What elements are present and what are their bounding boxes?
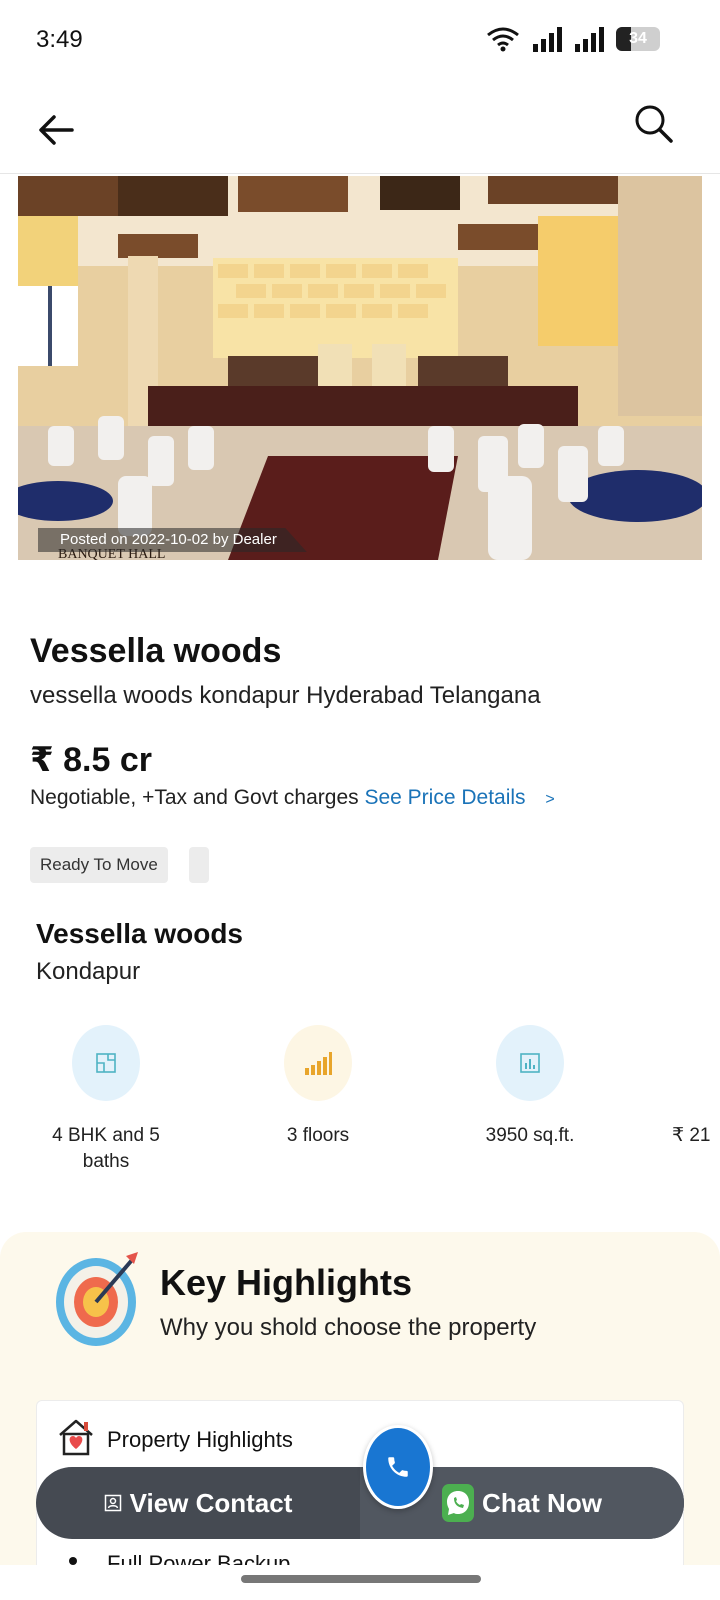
- arrow-left-icon: [39, 115, 74, 145]
- project-location: Kondapur: [36, 958, 141, 985]
- status-chip-empty: [189, 847, 209, 883]
- property-price: ₹ 8.5 cr: [30, 741, 152, 779]
- feature-bhk: 4 BHK and 5 baths: [0, 1025, 216, 1175]
- key-highlights-subtitle: Why you shold choose the property: [160, 1314, 537, 1341]
- floorplan-icon: [72, 1025, 140, 1101]
- property-address: vessella woods kondapur Hyderabad Telang…: [30, 682, 541, 709]
- signal-icon-2: [575, 27, 604, 52]
- price-icon: [640, 1025, 708, 1101]
- key-highlights-section: Key Highlights Why you shold choose the …: [0, 1232, 720, 1600]
- price-note: Negotiable, +Tax and Govt charges See Pr…: [30, 786, 555, 810]
- feature-floors-label: 3 floors: [286, 1125, 350, 1146]
- app-bar: [0, 92, 720, 174]
- phone-icon: [388, 1457, 408, 1477]
- status-time: 3:49: [36, 26, 83, 53]
- property-highlights-title: Property Highlights: [107, 1427, 293, 1452]
- feature-area-label: 3950 sq.ft.: [485, 1125, 575, 1146]
- property-image[interactable]: BANQUET HALL Posted on 2022-10-02 by Dea…: [18, 176, 702, 560]
- banquet-hall-illustration: BANQUET HALL: [18, 176, 702, 560]
- target-icon: [56, 1250, 140, 1346]
- feature-area: 3950 sq.ft.: [420, 1025, 640, 1149]
- key-highlights-title: Key Highlights: [160, 1262, 413, 1303]
- battery-icon: 34: [616, 27, 660, 51]
- chevron-right-icon[interactable]: >: [545, 791, 554, 808]
- search-icon: [635, 105, 673, 143]
- feature-bhk-line1: 4 BHK and 5: [52, 1125, 160, 1146]
- list-bullet: [69, 1557, 77, 1565]
- battery-level: 34: [629, 30, 647, 47]
- back-button[interactable]: [34, 108, 78, 152]
- feature-price-label: ₹ 21: [672, 1125, 711, 1146]
- posted-tag: Posted on 2022-10-02 by Dealer: [38, 528, 307, 552]
- see-price-details-link[interactable]: See Price Details: [364, 786, 525, 809]
- contact-action-bar: View Contact Chat Now: [36, 1467, 684, 1539]
- chat-now-label: Chat Now: [482, 1487, 602, 1518]
- view-contact-button[interactable]: View Contact: [36, 1467, 360, 1539]
- feature-price-per-sqft: ₹ 21: [640, 1025, 720, 1149]
- signal-icon: [533, 27, 562, 52]
- area-chart-icon: [496, 1025, 564, 1101]
- status-bar: 3:49 34: [0, 0, 720, 80]
- feature-bhk-line2: baths: [82, 1151, 130, 1172]
- home-indicator[interactable]: [241, 1575, 481, 1583]
- price-note-text: Negotiable, +Tax and Govt charges: [30, 786, 359, 809]
- floors-bars-icon: [284, 1025, 352, 1101]
- project-name[interactable]: Vessella woods: [36, 918, 243, 950]
- status-chip: Ready To Move: [30, 847, 168, 883]
- whatsapp-icon: [442, 1484, 475, 1522]
- property-title: Vessella woods: [30, 632, 282, 670]
- contact-card-icon: [104, 1494, 122, 1512]
- wifi-icon: [487, 27, 519, 52]
- search-button[interactable]: [632, 102, 676, 146]
- call-button[interactable]: [363, 1425, 433, 1509]
- status-icons: 34: [486, 26, 660, 52]
- feature-floors: 3 floors: [208, 1025, 428, 1149]
- house-heart-icon: [57, 1417, 95, 1457]
- view-contact-label: View Contact: [129, 1487, 293, 1518]
